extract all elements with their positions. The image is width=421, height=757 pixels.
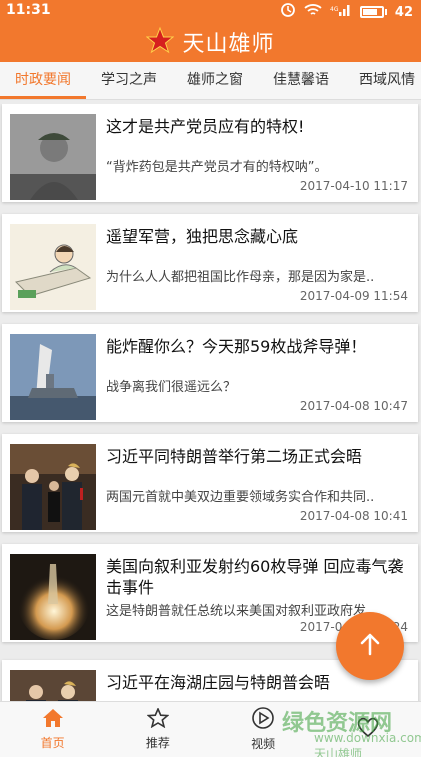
article-thumbnail <box>10 444 96 530</box>
article-summary: 为什么人人都把祖国比作母亲，那是因为家是.. <box>106 270 375 285</box>
svg-text:4G: 4G <box>330 6 339 13</box>
tab-politics[interactable]: 时政要闻 <box>0 62 86 99</box>
article-summary: 战争离我们很遥远么？ <box>106 380 237 395</box>
article-card[interactable]: 习近平同特朗普举行第二场正式会晤 两国元首就中美双边重要领域务实合作和共同.. … <box>2 434 418 532</box>
nav-home-label: 首页 <box>40 736 65 750</box>
category-tabs: 时政要闻 学习之声 雄师之窗 佳慧馨语 西域风情 <box>0 62 421 100</box>
nav-recommend-label: 推荐 <box>145 736 170 750</box>
home-icon <box>42 708 64 731</box>
red-star-icon <box>146 26 175 58</box>
article-title: 美国向叙利亚发射约60枚导弹 回应毒气袭击事件 <box>106 557 404 597</box>
article-thumbnail <box>10 114 96 200</box>
article-title: 习近平同特朗普举行第二场正式会晤 <box>106 447 363 466</box>
article-summary: 两国元首就中美双边重要领域务实合作和共同.. <box>106 490 375 505</box>
status-icons: 4G 42 <box>280 2 413 22</box>
nav-video-label: 视频 <box>251 737 276 751</box>
article-thumbnail <box>10 554 96 640</box>
tab-jiahui[interactable]: 佳慧馨语 <box>258 62 344 99</box>
watermark-sub: www.downxia.com 天山雄师 <box>314 731 421 757</box>
alarm-icon <box>280 2 296 22</box>
article-summary: “背炸药包是共产党员才有的特权呐”。 <box>106 160 328 175</box>
nav-home[interactable]: 首页 <box>0 702 105 757</box>
tab-xiyu[interactable]: 西域风情 <box>344 62 421 99</box>
app-bar: 天山雄师 <box>0 22 421 62</box>
status-time: 11:31 <box>6 2 51 18</box>
article-thumbnail <box>10 224 96 310</box>
article-card[interactable]: 遥望军营，独把思念藏心底 为什么人人都把祖国比作母亲，那是因为家是.. 2017… <box>2 214 418 312</box>
article-thumbnail <box>10 334 96 420</box>
signal-icon: 4G <box>330 3 352 21</box>
status-bar: 11:31 4G 42 <box>0 0 421 22</box>
app-title: 天山雄师 <box>182 32 275 57</box>
wifi-icon <box>304 3 322 21</box>
battery-level: 42 <box>394 4 413 20</box>
article-date: 2017-04-10 11:17 <box>299 179 408 193</box>
scroll-to-top-button[interactable] <box>336 612 404 680</box>
tab-army-window[interactable]: 雄师之窗 <box>172 62 258 99</box>
article-card[interactable]: 这才是共产党员应有的特权! “背炸药包是共产党员才有的特权呐”。 2017-04… <box>2 104 418 202</box>
article-title: 遥望军营，独把思念藏心底 <box>106 227 299 246</box>
play-icon <box>251 707 275 732</box>
article-date: 2017-04-08 10:47 <box>299 399 408 413</box>
article-date: 2017-04-08 10:41 <box>299 509 408 523</box>
star-icon <box>146 706 170 731</box>
tab-study[interactable]: 学习之声 <box>86 62 172 99</box>
arrow-up-icon <box>356 630 384 662</box>
nav-recommend[interactable]: 推荐 <box>105 702 210 757</box>
battery-tip <box>384 9 387 15</box>
article-title: 这才是共产党员应有的特权! <box>106 117 305 136</box>
article-thumbnail <box>10 670 96 701</box>
article-feed[interactable]: 这才是共产党员应有的特权! “背炸药包是共产党员才有的特权呐”。 2017-04… <box>0 104 421 701</box>
article-card[interactable]: 能炸醒你么？今天那59枚战斧导弹！ 战争离我们很遥远么？ 2017-04-08 … <box>2 324 418 422</box>
article-date: 2017-04-09 11:54 <box>299 289 408 303</box>
battery-icon <box>359 6 384 18</box>
article-title: 能炸醒你么？今天那59枚战斧导弹！ <box>106 337 367 356</box>
